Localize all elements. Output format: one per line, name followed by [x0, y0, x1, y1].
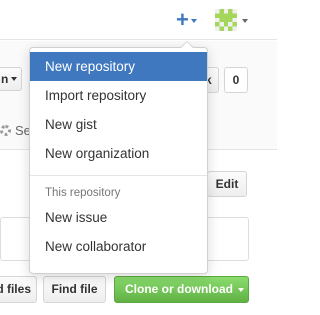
gear-icon — [0, 124, 11, 136]
import-repository-item[interactable]: Import repository — [30, 81, 207, 110]
caret-down-icon — [242, 19, 248, 23]
plus-icon: + — [176, 7, 189, 32]
header-bar: + — [0, 0, 277, 40]
create-new-menu[interactable]: + — [176, 7, 202, 32]
watch-button[interactable]: n — [0, 67, 22, 91]
caret-down-icon — [190, 19, 197, 23]
user-menu[interactable] — [215, 8, 255, 32]
upload-files-button[interactable]: d files — [0, 276, 37, 303]
clone-or-download-button[interactable]: Clone or download — [114, 276, 249, 303]
create-new-dropdown: New repository Import repository New gis… — [29, 47, 208, 274]
find-file-button[interactable]: Find file — [43, 276, 106, 303]
new-repository-item[interactable]: New repository — [30, 52, 207, 81]
dropdown-pointer-inner — [181, 42, 193, 48]
caret-down-icon — [238, 287, 244, 292]
edit-button[interactable]: Edit — [207, 171, 247, 197]
identicon-avatar — [215, 9, 237, 31]
new-organization-item[interactable]: New organization — [30, 139, 207, 168]
new-gist-item[interactable]: New gist — [30, 110, 207, 139]
caret-down-icon — [11, 77, 18, 81]
new-collaborator-item[interactable]: New collaborator — [30, 232, 207, 261]
dropdown-section-header: This repository — [45, 187, 121, 199]
tab-settings[interactable]: Se — [0, 121, 31, 139]
new-issue-item[interactable]: New issue — [30, 203, 207, 232]
dropdown-divider — [30, 175, 207, 176]
fork-count[interactable]: 0 — [224, 67, 248, 93]
